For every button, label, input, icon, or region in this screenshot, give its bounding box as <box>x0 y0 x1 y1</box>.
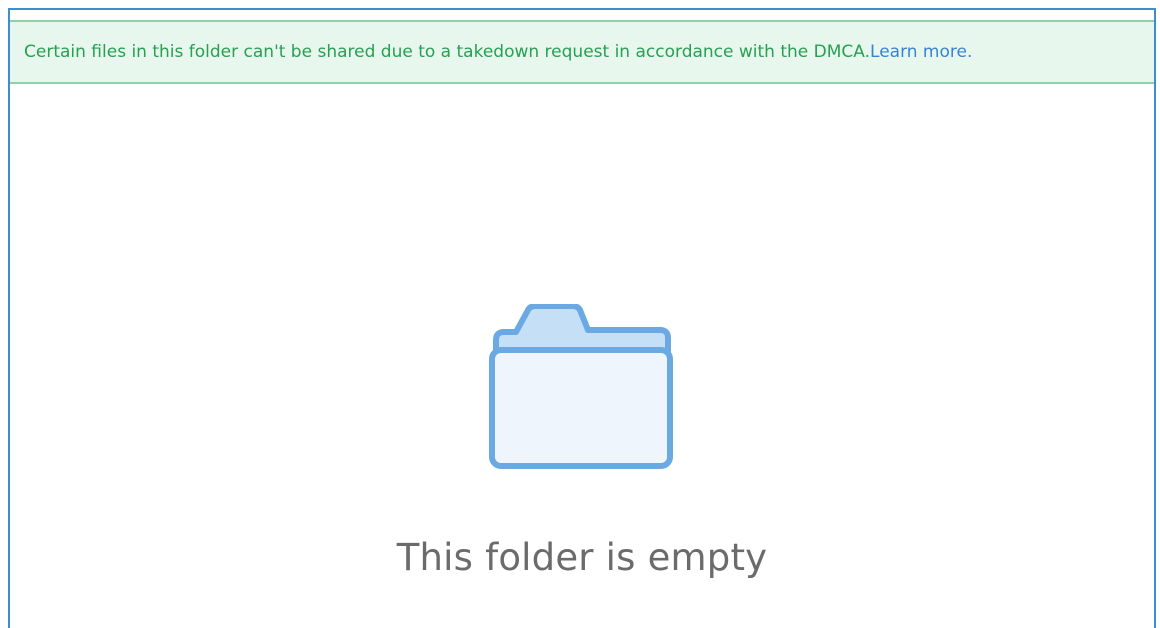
dmca-notice-text: Certain files in this folder can't be sh… <box>24 42 871 62</box>
folder-front <box>489 347 673 469</box>
learn-more-link[interactable]: Learn more <box>870 42 967 62</box>
dmca-notice-banner: Certain files in this folder can't be sh… <box>10 20 1154 84</box>
banner-trailing-period: . <box>966 42 973 62</box>
folder-back <box>493 304 671 357</box>
folder-icon <box>489 304 673 469</box>
folder-view: Certain files in this folder can't be sh… <box>8 8 1156 628</box>
empty-folder-message: This folder is empty <box>396 536 768 579</box>
